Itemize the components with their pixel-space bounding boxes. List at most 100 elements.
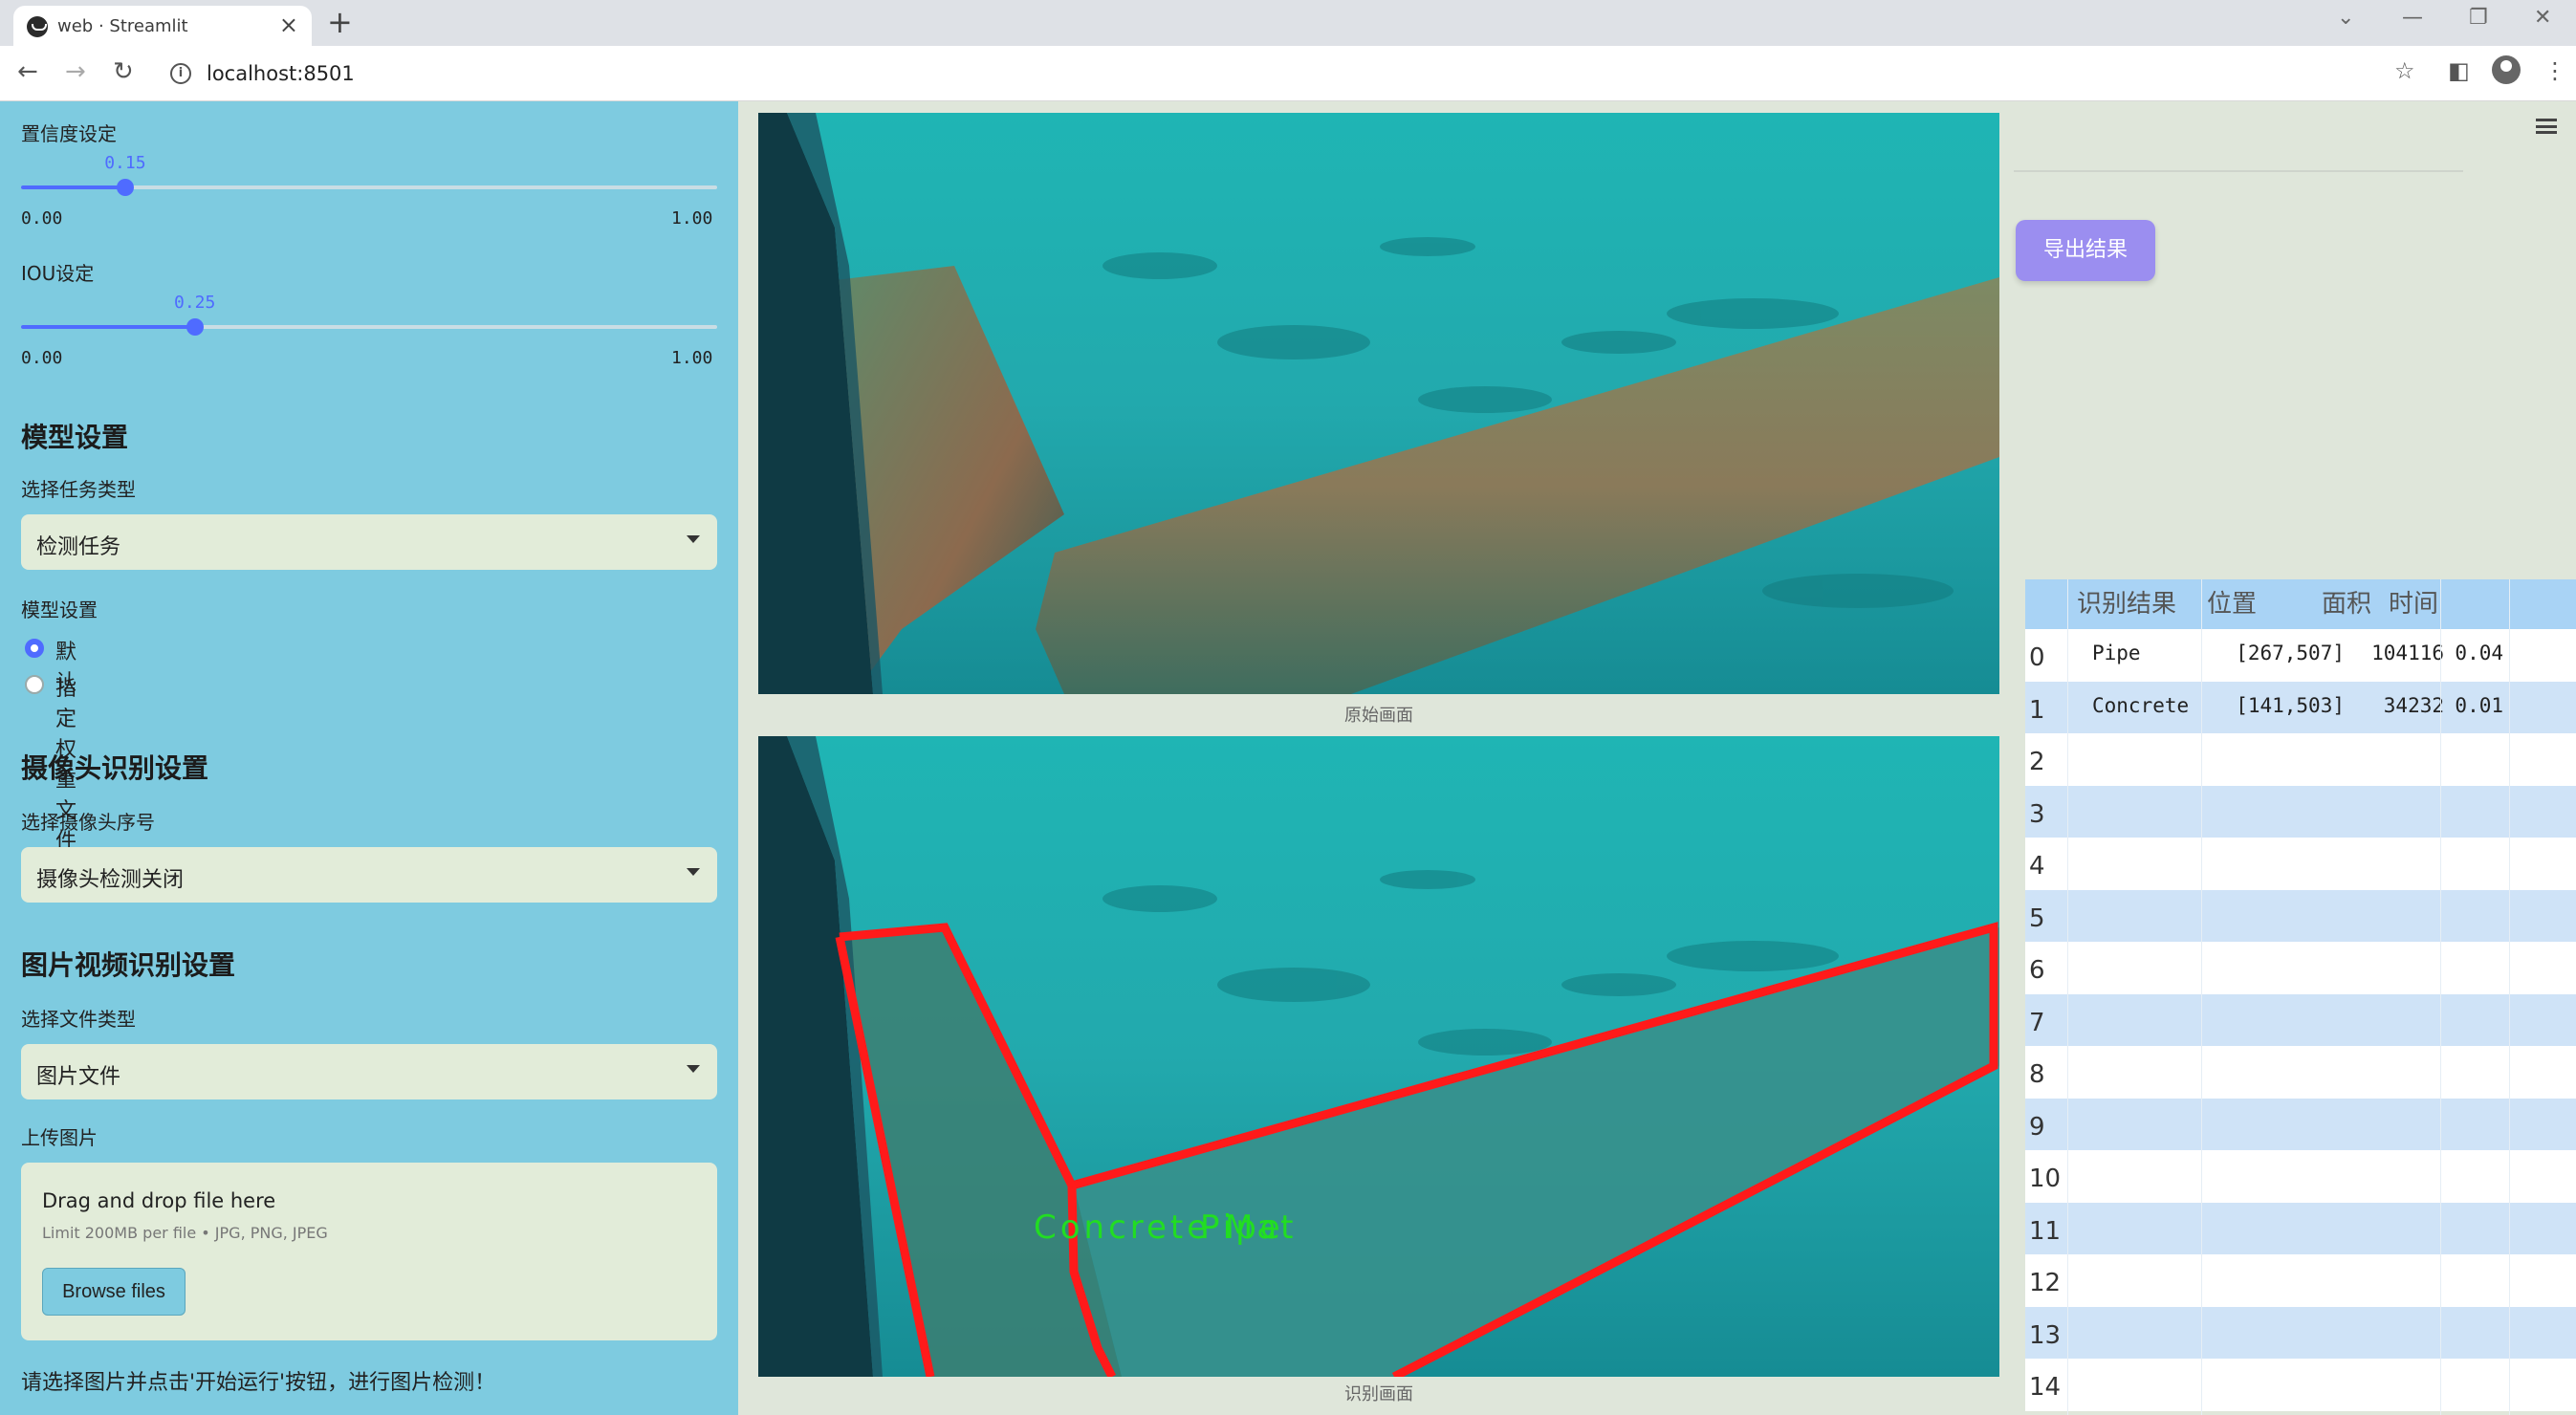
task-type-select[interactable]: 检测任务 (21, 514, 717, 570)
table-row[interactable]: 13 (2025, 1306, 2576, 1360)
tab-search-icon[interactable]: ⌄ (2337, 6, 2354, 30)
profile-avatar-icon[interactable] (2492, 55, 2521, 84)
table-row[interactable]: 11 (2025, 1202, 2576, 1255)
table-row[interactable]: 0 Pipe [267,507] 104116 0.04 (2025, 629, 2576, 682)
file-type-value: 图片文件 (36, 1065, 121, 1089)
radio-selected-icon[interactable] (25, 639, 44, 658)
cell-time (2444, 994, 2503, 1047)
table-row[interactable]: 5 (2025, 889, 2576, 942)
row-index: 1 (2029, 695, 2045, 725)
cell-time (2444, 1307, 2503, 1360)
cell-result: Pipe (2092, 642, 2141, 664)
address-bar: ← → ↻ i localhost:8501 ☆ ◧ ⋮ (0, 46, 2576, 101)
table-row[interactable]: 8 (2025, 1046, 2576, 1099)
cell-time (2444, 838, 2503, 890)
table-row[interactable]: 2 (2025, 733, 2576, 786)
new-tab-icon[interactable]: + (327, 4, 353, 40)
iou-slider-thumb[interactable] (186, 318, 204, 336)
reload-icon[interactable]: ↻ (113, 57, 134, 86)
bookmark-star-icon[interactable]: ☆ (2394, 57, 2415, 84)
cell-time (2444, 733, 2503, 786)
confidence-max: 1.00 (671, 208, 713, 229)
cell-result (2067, 733, 2201, 786)
cell-result (2067, 1203, 2201, 1255)
detection-label-pipe: Pipe (1200, 1208, 1284, 1247)
cell-time (2444, 1359, 2503, 1411)
column-divider (2067, 579, 2068, 1415)
confidence-slider-thumb[interactable] (117, 179, 135, 196)
minimize-icon[interactable]: — (2402, 6, 2423, 30)
window-close-icon[interactable]: ✕ (2534, 6, 2551, 30)
browser-tab[interactable]: web · Streamlit × (13, 6, 312, 46)
column-divider (2509, 579, 2510, 1415)
table-row[interactable]: 4 (2025, 838, 2576, 890)
camera-value: 摄像头检测关闭 (36, 868, 185, 892)
cell-position (2201, 1046, 2352, 1099)
cell-position (2201, 1307, 2352, 1360)
table-row[interactable]: 9 (2025, 1098, 2576, 1151)
camera-select[interactable]: 摄像头检测关闭 (21, 847, 717, 903)
camera-section-heading: 摄像头识别设置 (21, 752, 209, 784)
cell-area (2352, 1099, 2444, 1151)
row-index: 2 (2029, 748, 2045, 776)
detection-result-photo: Concrete Mat Pipe (758, 736, 1999, 1377)
cell-time (2444, 1203, 2503, 1255)
model-section-heading: 模型设置 (21, 422, 129, 453)
column-header-result[interactable]: 识别结果 (2025, 579, 2184, 629)
url-field[interactable]: i localhost:8501 (155, 54, 2392, 94)
cell-area: 34232 (2383, 693, 2444, 717)
back-icon[interactable]: ← (17, 57, 38, 86)
chevron-down-icon (687, 1065, 700, 1073)
hamburger-menu-icon[interactable] (2536, 119, 2557, 134)
cell-result (2067, 942, 2201, 994)
confidence-min: 0.00 (21, 208, 63, 229)
column-header-time[interactable]: 时间 (2383, 579, 2440, 629)
cell-area (2352, 1254, 2444, 1307)
cell-result: Concrete Mat (2092, 693, 2201, 717)
iou-value: 0.25 (174, 293, 216, 313)
cell-time (2444, 942, 2503, 994)
instruction-hint: 请选择图片并点击'开始运行'按钮，进行图片检测！ (21, 1371, 496, 1395)
results-table: 识别结果 位置 面积 时间 0 Pipe [267,507] 104116 0.04 1 C… (2025, 579, 2576, 1415)
column-header-area[interactable]: 面积 (2314, 579, 2383, 629)
file-type-label: 选择文件类型 (21, 1008, 136, 1031)
cell-position: [141,503] (2236, 693, 2345, 717)
radio-unselected-icon[interactable] (25, 675, 44, 694)
close-tab-icon[interactable]: × (279, 11, 298, 38)
column-header-position[interactable]: 位置 (2184, 579, 2314, 629)
table-row[interactable]: 6 (2025, 942, 2576, 994)
cell-result (2067, 1254, 2201, 1307)
cell-position (2201, 994, 2352, 1047)
cell-result (2067, 1359, 2201, 1411)
cell-result (2067, 994, 2201, 1047)
browser-menu-icon[interactable]: ⋮ (2543, 57, 2566, 84)
export-results-button[interactable]: 导出结果 (2016, 220, 2155, 281)
browse-files-button[interactable]: Browse files (42, 1268, 186, 1316)
table-row[interactable]: 7 (2025, 993, 2576, 1047)
file-type-select[interactable]: 图片文件 (21, 1044, 717, 1099)
confidence-label: 置信度设定 (21, 122, 117, 145)
cell-time (2444, 1254, 2503, 1307)
site-info-icon[interactable]: i (170, 63, 191, 84)
forward-icon[interactable]: → (65, 57, 86, 86)
row-index: 3 (2029, 799, 2045, 829)
cell-position (2201, 1203, 2352, 1255)
media-section-heading: 图片视频识别设置 (21, 949, 236, 981)
cell-time: 0.01 (2455, 693, 2503, 717)
table-row[interactable]: 12 (2025, 1254, 2576, 1307)
file-uploader-dropzone[interactable]: Drag and drop file here Limit 200MB per … (21, 1163, 717, 1340)
cell-result (2067, 1099, 2201, 1151)
table-row[interactable]: 1 Concrete Mat [141,503] 34232 0.01 (2025, 681, 2576, 733)
restore-icon[interactable]: ❐ (2469, 6, 2488, 30)
side-panel-icon[interactable]: ◧ (2448, 57, 2470, 84)
row-index: 13 (2029, 1320, 2062, 1350)
table-row[interactable]: 14 (2025, 1359, 2576, 1411)
iou-label: IOU设定 (21, 262, 95, 285)
confidence-slider[interactable] (21, 179, 717, 196)
cell-area (2352, 994, 2444, 1047)
iou-slider[interactable] (21, 318, 717, 336)
task-type-value: 检测任务 (36, 535, 121, 559)
cell-time (2444, 1046, 2503, 1099)
table-row[interactable]: 10 (2025, 1150, 2576, 1203)
table-row[interactable]: 3 (2025, 785, 2576, 838)
